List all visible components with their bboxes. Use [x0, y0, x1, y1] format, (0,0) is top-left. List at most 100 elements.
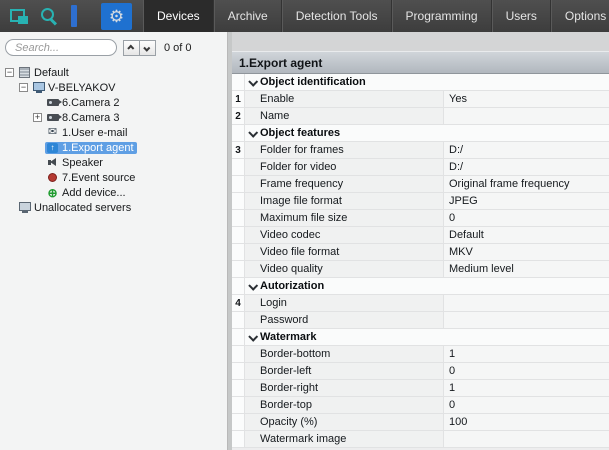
search-panel-button[interactable] [37, 3, 61, 29]
property-value[interactable]: MKV [443, 244, 609, 260]
property-row-image-file-format[interactable]: Image file format JPEG [232, 193, 609, 210]
expand-icon[interactable]: + [33, 113, 42, 122]
tree-node: 6.Camera 2 [45, 97, 122, 109]
settings-button[interactable]: ⚙ [101, 3, 132, 30]
property-row-folder-for-frames[interactable]: 3 Folder for frames D:/ [232, 142, 609, 159]
property-value[interactable]: 0 [443, 397, 609, 413]
section-row-object-identification[interactable]: Object identification [232, 74, 609, 91]
property-value[interactable]: Medium level [443, 261, 609, 277]
property-value[interactable] [443, 108, 609, 124]
tree-item-default[interactable]: − Default [2, 65, 225, 80]
magnifier-icon [40, 7, 58, 25]
chevron-down-icon[interactable] [245, 329, 260, 345]
property-label: Maximum file size [245, 210, 443, 226]
event-source-icon [46, 172, 59, 184]
chevron-down-icon[interactable] [245, 278, 260, 294]
property-value[interactable]: D:/ [443, 159, 609, 175]
page-title: 1.Export agent [239, 56, 322, 70]
property-value[interactable]: JPEG [443, 193, 609, 209]
search-next-button[interactable] [139, 40, 156, 56]
tree-node: ✉ 1.User e-mail [45, 127, 130, 139]
property-row-border-bottom[interactable]: Border-bottom 1 [232, 346, 609, 363]
chevron-down-icon[interactable] [245, 74, 260, 90]
tree-item-speaker[interactable]: Speaker [2, 155, 225, 170]
device-tree-sidebar: 0 of 0 − Default − V-BELYAKOV [0, 32, 228, 450]
property-label: Folder for video [245, 159, 443, 175]
property-label: Enable [245, 91, 443, 107]
property-label: Password [245, 312, 443, 328]
property-value[interactable] [443, 295, 609, 311]
collapse-icon[interactable]: − [5, 68, 14, 77]
monitors-icon [10, 9, 28, 24]
search-prev-button[interactable] [123, 40, 140, 56]
tree-node: ⊕ Add device... [45, 187, 129, 199]
property-value[interactable]: Default [443, 227, 609, 243]
property-value[interactable]: Yes [443, 91, 609, 107]
row-number: 1 [232, 91, 245, 107]
property-row-password[interactable]: Password [232, 312, 609, 329]
property-row-folder-for-video[interactable]: Folder for video D:/ [232, 159, 609, 176]
property-value[interactable]: D:/ [443, 142, 609, 158]
tree-node: V-BELYAKOV [31, 82, 118, 94]
property-row-enable[interactable]: 1 Enable Yes [232, 91, 609, 108]
tree-item-unallocated-servers[interactable]: Unallocated servers [2, 200, 225, 215]
tree-item-camera-3[interactable]: + 8.Camera 3 [2, 110, 225, 125]
property-value[interactable]: 0 [443, 363, 609, 379]
property-value[interactable]: 100 [443, 414, 609, 430]
tree-node: ↑ 1.Export agent [45, 142, 137, 154]
tree-item-user-email[interactable]: ✉ 1.User e-mail [2, 125, 225, 140]
property-row-video-codec[interactable]: Video codec Default [232, 227, 609, 244]
section-row-object-features[interactable]: Object features [232, 125, 609, 142]
property-row-name[interactable]: 2 Name [232, 108, 609, 125]
tab-programming[interactable]: Programming [392, 0, 492, 32]
property-value[interactable] [443, 431, 609, 447]
tree-item-event-source[interactable]: 7.Event source [2, 170, 225, 185]
row-number: 4 [232, 295, 245, 311]
property-label: Name [245, 108, 443, 124]
tab-archive[interactable]: Archive [214, 0, 282, 32]
tab-detection-tools[interactable]: Detection Tools [282, 0, 392, 32]
search-input[interactable] [5, 39, 117, 56]
tab-options[interactable]: Options [551, 0, 609, 32]
panel-top-gap [232, 32, 609, 51]
chevron-up-icon [127, 45, 134, 52]
export-agent-icon: ↑ [46, 142, 59, 154]
property-value[interactable] [443, 312, 609, 328]
property-row-border-right[interactable]: Border-right 1 [232, 380, 609, 397]
property-label: Border-right [245, 380, 443, 396]
chevron-down-icon[interactable] [245, 125, 260, 141]
tree-item-v-belyakov[interactable]: − V-BELYAKOV [2, 80, 225, 95]
property-value[interactable]: 1 [443, 380, 609, 396]
property-row-maximum-file-size[interactable]: Maximum file size 0 [232, 210, 609, 227]
property-row-opacity[interactable]: Opacity (%) 100 [232, 414, 609, 431]
property-value[interactable]: Original frame frequency [443, 176, 609, 192]
servers-icon [18, 67, 31, 79]
search-row: 0 of 0 [0, 32, 227, 61]
tab-users[interactable]: Users [492, 0, 551, 32]
property-row-video-quality[interactable]: Video quality Medium level [232, 261, 609, 278]
property-row-border-left[interactable]: Border-left 0 [232, 363, 609, 380]
toolbar-icons: ⚙ [0, 0, 139, 32]
property-row-frame-frequency[interactable]: Frame frequency Original frame frequency [232, 176, 609, 193]
property-value[interactable]: 0 [443, 210, 609, 226]
gear-icon: ⚙ [109, 8, 124, 25]
monitors-button[interactable] [7, 3, 31, 29]
properties-panel: 1.Export agent Object identification 1 E… [232, 32, 609, 450]
property-label: Border-top [245, 397, 443, 413]
tree-item-camera-2[interactable]: 6.Camera 2 [2, 95, 225, 110]
property-label: Border-bottom [245, 346, 443, 362]
tab-devices[interactable]: Devices [143, 0, 214, 32]
tree-item-export-agent[interactable]: ↑ 1.Export agent [2, 140, 225, 155]
property-row-login[interactable]: 4 Login [232, 295, 609, 312]
property-row-watermark-image[interactable]: Watermark image [232, 431, 609, 448]
device-tree: − Default − V-BELYAKOV [0, 61, 227, 219]
collapse-icon[interactable]: − [19, 83, 28, 92]
tree-node: Unallocated servers [17, 202, 134, 214]
property-value[interactable]: 1 [443, 346, 609, 362]
section-row-autorization[interactable]: Autorization [232, 278, 609, 295]
section-row-watermark[interactable]: Watermark [232, 329, 609, 346]
application-window: ⚙ Devices Archive Detection Tools Progra… [0, 0, 609, 450]
property-row-border-top[interactable]: Border-top 0 [232, 397, 609, 414]
tree-item-add-device[interactable]: ⊕ Add device... [2, 185, 225, 200]
property-row-video-file-format[interactable]: Video file format MKV [232, 244, 609, 261]
